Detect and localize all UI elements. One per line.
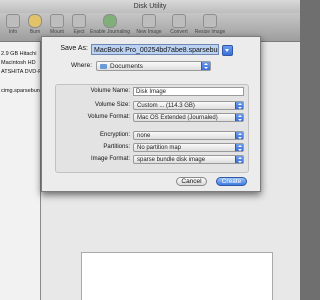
image-format-popup[interactable]: sparse bundle disk image (133, 155, 244, 164)
info-panel (81, 252, 273, 300)
where-popup[interactable]: Documents (96, 61, 211, 71)
eject-label: Eject (73, 29, 85, 35)
volume-format-value: Mac OS Extended (Journaled) (137, 115, 218, 121)
volume-size-value: Custom ... (114.3 GB) (137, 103, 195, 109)
volume-name-label: Volume Name: (90, 88, 130, 94)
where-value: Documents (110, 63, 143, 70)
sidebar-item-sparsebundle[interactable]: cimg.sparsebun (0, 87, 40, 96)
updown-arrows-icon (235, 132, 243, 139)
partitions-popup[interactable]: No partition map (133, 143, 244, 152)
info-icon (6, 14, 20, 28)
journaling-icon (103, 14, 117, 28)
resize-image-label: Resize Image (194, 29, 226, 35)
mount-button[interactable]: Mount (46, 14, 68, 36)
new-image-sheet: Save As: MacBook Pro_00254bd7abe8.sparse… (41, 36, 261, 192)
encryption-popup[interactable]: none (133, 131, 244, 140)
updown-arrows-icon (235, 114, 243, 121)
volume-size-label: Volume Size: (94, 102, 130, 108)
info-button[interactable]: Info (2, 14, 24, 36)
resize-image-icon (203, 14, 217, 28)
save-as-field[interactable]: MacBook Pro_00254bd7abe8.sparsebundle (91, 44, 219, 55)
create-button[interactable]: Create (216, 177, 247, 186)
cancel-button[interactable]: Cancel (176, 177, 207, 186)
updown-arrows-icon (201, 62, 210, 70)
encryption-value: none (137, 133, 151, 139)
eject-button[interactable]: Eject (68, 14, 90, 36)
info-label: Info (8, 29, 18, 35)
image-format-label: Image Format: (90, 156, 130, 162)
eject-icon (72, 14, 86, 28)
updown-arrows-icon (235, 144, 243, 151)
expand-chevron-button[interactable] (222, 45, 233, 56)
volume-name-field[interactable]: Disk Image (133, 87, 244, 96)
folder-icon (100, 64, 107, 69)
save-as-label: Save As: (60, 45, 88, 52)
volume-size-popup[interactable]: Custom ... (114.3 GB) (133, 101, 244, 110)
updown-arrows-icon (235, 102, 243, 109)
convert-button[interactable]: Convert (167, 14, 191, 36)
sidebar-item-dvd[interactable]: ATSHITA DVD-R (0, 68, 40, 77)
enable-journaling-label: Enable Journaling (90, 29, 131, 35)
burn-icon (28, 14, 42, 28)
partitions-value: No partition map (137, 145, 182, 151)
convert-icon (172, 14, 186, 28)
image-format-value: sparse bundle disk image (137, 157, 206, 163)
image-options-group: Volume Name: Disk Image Volume Size: Cus… (55, 84, 249, 173)
partitions-label: Partitions: (103, 144, 130, 150)
enable-journaling-button[interactable]: Enable Journaling (90, 14, 130, 36)
encryption-label: Encryption: (99, 132, 130, 138)
disk-utility-window: Disk Utility Info Burn Mount Eject Enabl… (0, 0, 300, 300)
mount-icon (50, 14, 64, 28)
convert-label: Convert (170, 29, 188, 35)
burn-button[interactable]: Burn (24, 14, 46, 36)
volume-format-label: Volume Format: (87, 114, 130, 120)
where-label: Where: (71, 62, 92, 69)
sidebar-item-hitachi[interactable]: 2.9 GB Hitachi (0, 50, 40, 59)
new-image-label: New Image (136, 29, 162, 35)
volume-format-popup[interactable]: Mac OS Extended (Journaled) (133, 113, 244, 122)
new-image-icon (142, 14, 156, 28)
burn-label: Burn (29, 29, 41, 35)
window-title: Disk Utility (0, 0, 300, 13)
resize-image-button[interactable]: Resize Image (193, 14, 227, 36)
new-image-button[interactable]: New Image (134, 14, 164, 36)
mount-label: Mount (50, 29, 64, 35)
updown-arrows-icon (235, 156, 243, 163)
sidebar-item-macintosh-hd[interactable]: Macintosh HD (0, 59, 40, 68)
sidebar: 2.9 GB Hitachi Macintosh HD ATSHITA DVD-… (0, 42, 41, 300)
